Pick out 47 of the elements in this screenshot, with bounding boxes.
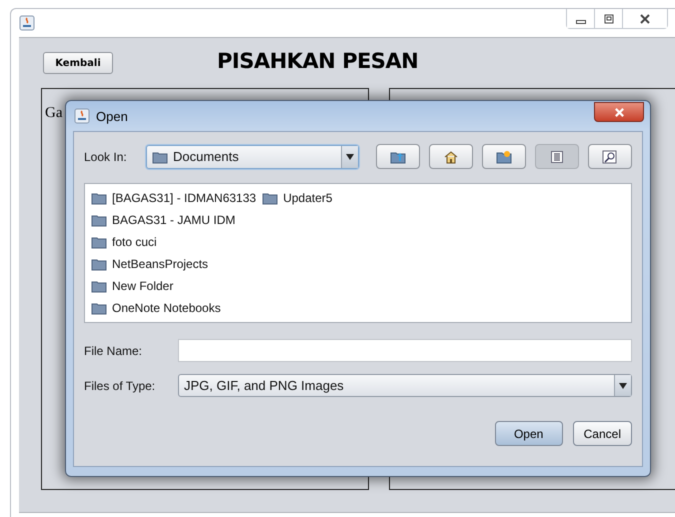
folder-up-icon [390, 150, 406, 164]
list-view-button[interactable] [535, 144, 579, 169]
dropdown-arrow-icon [346, 154, 354, 160]
folder-item[interactable]: OneNote Notebooks [91, 297, 256, 319]
file-name-field[interactable] [178, 339, 632, 362]
folder-icon [91, 279, 107, 293]
minimize-button[interactable] [567, 9, 595, 28]
java-icon [19, 15, 35, 31]
minimize-icon [576, 20, 586, 24]
file-type-dropdown[interactable]: JPG, GIF, and PNG Images [178, 374, 632, 397]
folder-up-button[interactable] [376, 144, 420, 169]
folder-icon [91, 257, 107, 271]
close-button[interactable] [594, 102, 644, 122]
file-name-label: File Name: [84, 344, 144, 358]
folder-item[interactable]: [BAGAS31] - IDMAN63133 [91, 187, 256, 209]
folder-item[interactable]: NetBeansProjects [91, 253, 256, 275]
cancel-button[interactable]: Cancel [572, 421, 632, 446]
folder-item[interactable]: BAGAS31 - JAMU IDM [91, 209, 256, 231]
folder-icon [91, 191, 107, 205]
folder-icon [91, 235, 107, 249]
list-view-icon [551, 150, 563, 162]
java-icon [74, 108, 90, 124]
maximize-icon [602, 12, 614, 24]
look-in-dropdown[interactable]: Documents [146, 144, 359, 168]
folder-icon [91, 213, 107, 227]
details-view-button[interactable] [588, 144, 632, 169]
home-button[interactable] [429, 144, 473, 169]
folder-icon [262, 191, 278, 205]
close-icon [614, 106, 624, 118]
panel-label: Ga [45, 105, 62, 122]
look-in-label: Look In: [84, 150, 128, 164]
dropdown-arrow-icon [619, 382, 627, 388]
magnifier-icon [602, 150, 618, 164]
file-type-label: Files of Type: [84, 378, 156, 392]
new-folder-icon [496, 150, 512, 164]
folder-item[interactable]: New Folder [91, 275, 256, 297]
window-title: PISAHKAN PESAN [217, 49, 418, 73]
folder-icon [152, 150, 168, 164]
new-folder-button[interactable] [482, 144, 526, 169]
folder-item[interactable]: foto cuci [91, 231, 256, 253]
folder-icon [91, 301, 107, 315]
home-icon [443, 150, 459, 164]
dialog-title: Open [96, 108, 128, 124]
open-button[interactable]: Open [494, 421, 563, 446]
close-icon [639, 12, 651, 24]
folder-item[interactable]: Updater5 [262, 187, 332, 209]
back-button[interactable]: Kembali [43, 52, 113, 74]
